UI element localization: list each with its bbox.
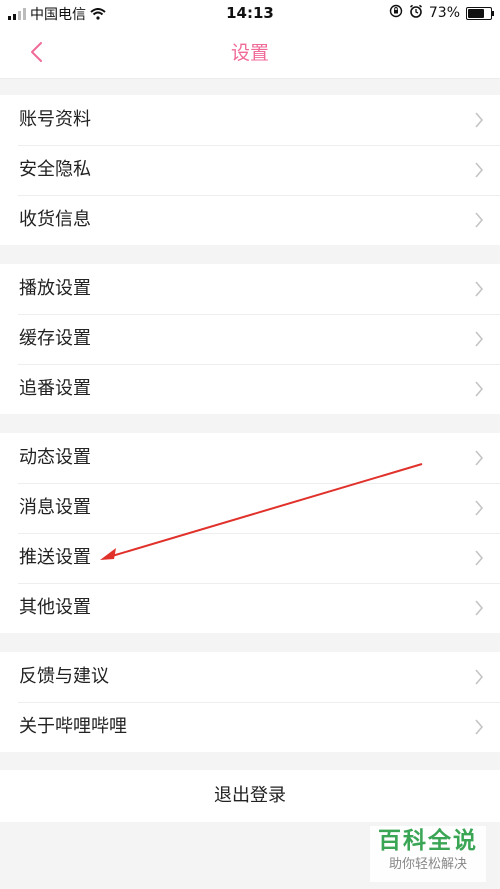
chevron-right-icon [475, 600, 484, 616]
settings-item-label: 缓存设置 [19, 328, 91, 349]
settings-item-shipping-info[interactable]: 收货信息 [0, 195, 500, 245]
settings-item-about[interactable]: 关于哔哩哔哩 [0, 702, 500, 752]
settings-item-playback[interactable]: 播放设置 [0, 264, 500, 314]
watermark-title: 百科全说 [378, 828, 478, 854]
settings-item-label: 关于哔哩哔哩 [19, 716, 127, 737]
settings-item-label: 账号资料 [19, 109, 91, 130]
watermark-subtitle: 助你轻松解决 [388, 857, 467, 872]
settings-group-about: 反馈与建议 关于哔哩哔哩 [0, 652, 500, 752]
chevron-right-icon [475, 212, 484, 228]
rotation-lock-icon [389, 4, 403, 22]
nav-bar: 设置 [0, 26, 500, 79]
watermark-logo: 百科全说 助你轻松解决 [370, 826, 486, 882]
settings-item-bangumi[interactable]: 追番设置 [0, 364, 500, 414]
settings-group-playback: 播放设置 缓存设置 追番设置 [0, 264, 500, 414]
settings-item-dynamic[interactable]: 动态设置 [0, 433, 500, 483]
logout-button[interactable]: 退出登录 [0, 770, 500, 822]
settings-item-label: 其他设置 [19, 597, 91, 618]
settings-item-label: 推送设置 [19, 547, 91, 568]
chevron-right-icon [475, 162, 484, 178]
page-title: 设置 [230, 42, 269, 64]
carrier-label: 中国电信 [30, 7, 86, 23]
settings-item-account-profile[interactable]: 账号资料 [0, 95, 500, 145]
status-bar: 中国电信 14:13 73% [0, 0, 500, 26]
settings-item-label: 消息设置 [19, 497, 91, 518]
settings-item-label: 反馈与建议 [19, 666, 109, 687]
chevron-right-icon [475, 450, 484, 466]
settings-group-account: 账号资料 安全隐私 收货信息 [0, 95, 500, 245]
chevron-right-icon [475, 112, 484, 128]
settings-item-label: 追番设置 [19, 378, 91, 399]
settings-item-message[interactable]: 消息设置 [0, 483, 500, 533]
settings-item-push[interactable]: 推送设置 [0, 533, 500, 583]
back-button[interactable] [22, 38, 52, 66]
battery-icon [466, 6, 494, 20]
status-left: 中国电信 [8, 4, 106, 24]
settings-item-cache[interactable]: 缓存设置 [0, 314, 500, 364]
chevron-right-icon [475, 669, 484, 685]
settings-group-notifications: 动态设置 消息设置 推送设置 其他设置 [0, 433, 500, 633]
settings-item-security-privacy[interactable]: 安全隐私 [0, 145, 500, 195]
signal-icon [8, 8, 26, 20]
settings-item-label: 安全隐私 [19, 159, 91, 180]
alarm-icon [409, 4, 423, 22]
settings-item-feedback[interactable]: 反馈与建议 [0, 652, 500, 702]
settings-item-label: 播放设置 [19, 278, 91, 299]
chevron-left-icon [31, 42, 42, 62]
settings-item-label: 动态设置 [19, 447, 91, 468]
battery-percent: 73% [428, 5, 460, 21]
chevron-right-icon [475, 381, 484, 397]
settings-item-label: 收货信息 [19, 209, 91, 230]
chevron-right-icon [475, 331, 484, 347]
chevron-right-icon [475, 500, 484, 516]
wifi-icon [90, 8, 106, 20]
chevron-right-icon [475, 550, 484, 566]
chevron-right-icon [475, 719, 484, 735]
chevron-right-icon [475, 281, 484, 297]
status-right: 73% [389, 4, 494, 22]
settings-item-other[interactable]: 其他设置 [0, 583, 500, 633]
